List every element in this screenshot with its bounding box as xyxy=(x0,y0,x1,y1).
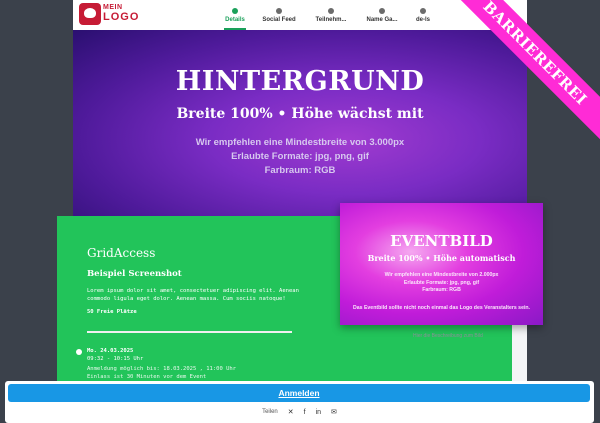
globe-icon xyxy=(420,7,426,14)
event-title: GridAccess xyxy=(87,246,156,260)
tab-label: Social Feed xyxy=(262,16,296,23)
admission-info: Einlass ist 30 Minuten vor dem Event xyxy=(87,374,207,380)
linkedin-icon[interactable]: in xyxy=(316,409,321,416)
x-icon[interactable]: ✕ xyxy=(288,408,294,416)
event-description: Lorem ipsum dolor sit amet, consectetuer… xyxy=(87,288,299,302)
facebook-icon[interactable]: f xyxy=(304,409,306,416)
event-image-note: Das Eventbild sollte nicht noch einmal d… xyxy=(353,305,530,311)
info-icon xyxy=(232,7,238,14)
tab-name-game[interactable]: Name Ga... xyxy=(362,0,402,30)
tab-label: Teilnehm... xyxy=(315,16,347,23)
tab-label: Details xyxy=(225,16,245,23)
hero-background: HINTERGRUND Breite 100% • Höhe wächst mi… xyxy=(73,30,527,229)
event-time: 09:32 - 10:15 Uhr xyxy=(87,356,144,362)
event-image-title: EVENTBILD xyxy=(390,232,493,250)
logo-mark-icon xyxy=(79,3,101,25)
divider xyxy=(87,331,292,333)
registration-deadline: Anmeldung möglich bis: 18.03.2025 , 11:0… xyxy=(87,366,237,372)
tab-label: Name Ga... xyxy=(366,16,398,23)
share-label: Teilen xyxy=(262,409,278,415)
hero-title: HINTERGRUND xyxy=(175,66,425,97)
chat-icon xyxy=(276,7,282,14)
organizer-logo[interactable]: MEIN LOGO xyxy=(79,3,138,27)
logo-line-2: LOGO xyxy=(103,11,140,23)
event-subtitle: Beispiel Screenshot xyxy=(87,269,182,279)
hero-info-line: Wir empfehlen eine Mindestbreite von 3.0… xyxy=(195,137,405,148)
mail-icon[interactable]: ✉ xyxy=(331,408,337,416)
share-row: Teilen ✕ f in ✉ xyxy=(5,408,594,417)
users-icon xyxy=(328,7,334,14)
hero-info-line: Farbraum: RGB xyxy=(264,165,336,176)
event-image-subtitle: Breite 100% • Höhe automatisch xyxy=(367,253,516,263)
event-image: EVENTBILD Breite 100% • Höhe automatisch… xyxy=(340,203,543,325)
event-image-info-line: Erlaubte Formate: jpg, png, gif xyxy=(403,279,480,286)
hero-subtitle: Breite 100% • Höhe wächst mit xyxy=(176,106,424,122)
top-navigation xyxy=(73,0,527,31)
bottom-action-bar: Anmelden Teilen ✕ f in ✉ xyxy=(5,381,594,423)
tab-social-feed[interactable]: Social Feed xyxy=(259,0,299,30)
clock-icon xyxy=(76,349,82,355)
tab-participants[interactable]: Teilnehm... xyxy=(311,0,351,30)
signup-button[interactable]: Anmelden xyxy=(8,384,590,402)
tab-language[interactable]: de-ls xyxy=(412,0,434,30)
id-card-icon xyxy=(379,7,385,14)
hero-info: Wir empfehlen eine Mindestbreite von 3.0… xyxy=(73,136,527,178)
tab-label: de-ls xyxy=(415,16,430,23)
event-image-info: Wir empfehlen eine Mindestbreite von 2.0… xyxy=(340,272,543,295)
event-date: Mo. 24.03.2025 xyxy=(87,348,134,354)
image-caption: Hier die Beschreibung zum Bild xyxy=(413,333,483,339)
tab-details[interactable]: Details xyxy=(222,0,248,30)
free-seats: 50 Freie Plätze xyxy=(87,309,137,315)
event-image-info-line: Wir empfehlen eine Mindestbreite von 2.0… xyxy=(384,272,499,278)
event-image-info-line: Farbraum: RGB xyxy=(422,287,461,293)
logo-line-1: MEIN xyxy=(103,4,123,11)
hero-info-line: Erlaubte Formate: jpg, png, gif xyxy=(231,151,369,162)
